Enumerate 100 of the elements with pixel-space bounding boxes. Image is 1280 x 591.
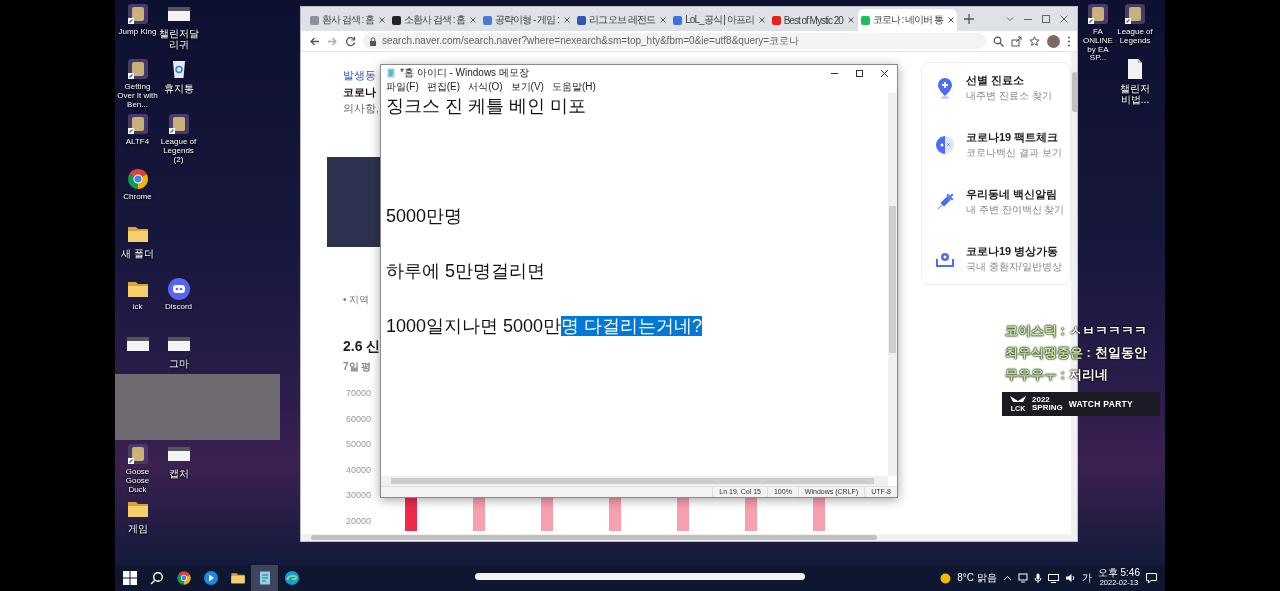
avatar-icon[interactable] <box>1047 34 1060 48</box>
desktop-shortcut[interactable]: 새 폴더 <box>117 222 158 259</box>
service-description: 내주변 진료소 찾기 <box>966 89 1052 103</box>
service-description: 내 주변 잔여백신 찾기 <box>966 203 1065 217</box>
desktop-shortcut[interactable]: ick <box>117 277 158 312</box>
axis-label: 70000 <box>346 387 372 400</box>
close-icon[interactable] <box>470 17 477 23</box>
desktop-shortcut[interactable]: 그마 <box>158 332 199 369</box>
desktop-shortcut[interactable]: Getting Over It with Ben... <box>117 57 158 110</box>
desktop-shortcut[interactable]: ALTF4 <box>117 112 158 147</box>
axis-label: 40000 <box>346 463 372 477</box>
service-link[interactable]: 선별 진료소 <box>966 73 1052 88</box>
reload-icon[interactable] <box>345 35 356 47</box>
notepad-icon <box>386 68 396 78</box>
text-line: 1000일지나면 5000만명 다걸리는거네? <box>386 315 704 338</box>
bold-text: 코로나 <box>343 85 376 100</box>
start-menu-icon <box>122 571 137 585</box>
axis-label: 20000 <box>346 514 372 528</box>
section-subtitle: 7일 평 <box>343 360 372 374</box>
browser-tab[interactable]: 리그 오브 레전드 <box>573 9 670 31</box>
desktop-shortcut[interactable]: FA ONLINE by EA SP... <box>1080 2 1116 64</box>
close-icon[interactable] <box>563 17 570 23</box>
maximize-icon[interactable] <box>855 68 864 78</box>
menu-dots-icon[interactable] <box>1067 35 1071 47</box>
search-icon <box>149 571 164 585</box>
browser-tab[interactable]: 코로나 : 네이버 통 <box>857 9 957 31</box>
service-link[interactable]: 코로나19 병상가동 <box>966 244 1062 259</box>
bullet-text: • 지역 <box>343 293 370 307</box>
app-tile-icon <box>125 112 150 136</box>
link-text[interactable]: 발생동 <box>343 66 376 84</box>
menu-item[interactable]: 서식(O) <box>465 81 506 93</box>
swirl-logo-icon <box>283 570 300 586</box>
network-icon[interactable] <box>1047 573 1059 583</box>
browser-tab[interactable]: Best of Mystic 20 <box>768 9 857 31</box>
chat-message: 천일동안 <box>1094 344 1147 361</box>
banner-title: WATCH PARTY <box>1068 399 1134 409</box>
weather-text: 8°C 맑음 <box>957 571 997 585</box>
notification-icon[interactable] <box>1146 572 1157 584</box>
close-icon[interactable] <box>379 17 386 23</box>
play-icon <box>202 570 219 586</box>
chat-app-icon <box>166 277 191 301</box>
close-icon[interactable] <box>880 68 889 78</box>
wing-logo-icon <box>1010 396 1026 405</box>
address-bar[interactable]: search.naver.com/search.naver?where=nexearch&sm=top_hty&fbm=0&ie=utf8&query=코로나 <box>363 33 986 49</box>
star-icon[interactable] <box>1029 35 1040 47</box>
close-icon[interactable] <box>758 17 765 23</box>
close-icon[interactable] <box>847 17 854 23</box>
menu-item[interactable]: 보기(V) <box>507 81 547 93</box>
desktop-shortcut[interactable]: Jump King <box>117 2 158 37</box>
close-icon[interactable] <box>947 17 954 23</box>
back-arrow-icon[interactable] <box>309 35 320 47</box>
browser-tab[interactable]: LoL_공식 | 아프리 <box>670 9 768 31</box>
banner-year: 2022 <box>1032 396 1051 404</box>
desktop-shortcut[interactable]: League of Legends (2) <box>158 112 199 165</box>
desktop-shortcut[interactable]: Discord <box>158 277 199 312</box>
app-tile-icon <box>125 2 150 26</box>
taskbar-app[interactable] <box>251 565 278 591</box>
banner-season: SPRING <box>1032 404 1063 412</box>
menu-item[interactable]: 도움말(H) <box>548 81 599 93</box>
app-tile-icon <box>125 442 150 466</box>
chat-username: 코이스틱 : <box>1005 322 1065 339</box>
service-description: 국내 중환자/일반병상 <box>966 260 1062 274</box>
browser-tab[interactable]: 공략이형 - 게임 : <box>480 9 573 31</box>
close-icon[interactable] <box>660 17 667 23</box>
menu-item[interactable]: 파일(F) <box>383 81 422 93</box>
browser-tab[interactable]: 소환사 검색 : 홈 <box>389 9 480 31</box>
browser-icon <box>175 570 192 586</box>
desktop-shortcut[interactable]: League of Legends <box>1116 2 1154 46</box>
search-icon[interactable] <box>993 35 1004 47</box>
horizontal-scrollbar[interactable] <box>381 476 888 486</box>
axis-label: 60000 <box>346 412 372 426</box>
desktop-shortcut[interactable]: 챌린저비법... <box>1116 57 1154 105</box>
speaker-icon[interactable] <box>1064 573 1076 583</box>
service-link[interactable]: 코로나19 팩트체크 <box>966 130 1062 145</box>
desktop-shortcut[interactable]: Goose Goose Duck <box>117 442 158 495</box>
body-text: 의사항, <box>343 101 379 116</box>
microphone-icon[interactable] <box>1033 573 1042 583</box>
menu-item[interactable]: 편집(E) <box>423 81 464 93</box>
plus-icon[interactable] <box>963 14 974 24</box>
app-tile-icon <box>166 112 191 136</box>
display-icon[interactable] <box>1017 573 1028 583</box>
chevron-up-icon[interactable] <box>1002 573 1012 583</box>
app-tile-icon <box>1123 2 1147 26</box>
service-link[interactable]: 우리동네 백신알림 <box>966 187 1065 202</box>
desktop-shortcut[interactable]: 게임 <box>117 497 158 534</box>
desktop-shortcut[interactable]: 챌린저달리귀 <box>158 2 199 50</box>
axis-label: 50000 <box>346 438 372 451</box>
lock-icon <box>369 36 377 46</box>
text-line: 징크스 진 케틀 베인 미포 <box>386 95 587 118</box>
share-icon[interactable] <box>1011 35 1022 47</box>
section-title: 2.6 신 <box>343 337 381 356</box>
horizontal-scrollbar[interactable] <box>301 534 1077 541</box>
input-method-indicator[interactable]: 가 <box>1081 571 1092 585</box>
window-title: *홈 아이디 - Windows 메모장 <box>400 66 529 80</box>
browser-tab[interactable]: 환사 검색 : 홈 <box>307 9 389 31</box>
desktop-shortcut[interactable]: Chrome <box>117 167 158 202</box>
desktop-shortcut[interactable]: 캡처 <box>158 442 199 479</box>
vertical-scrollbar[interactable] <box>888 93 897 476</box>
sun-icon <box>940 572 952 584</box>
desktop-shortcut[interactable]: 휴지통 <box>158 57 199 94</box>
